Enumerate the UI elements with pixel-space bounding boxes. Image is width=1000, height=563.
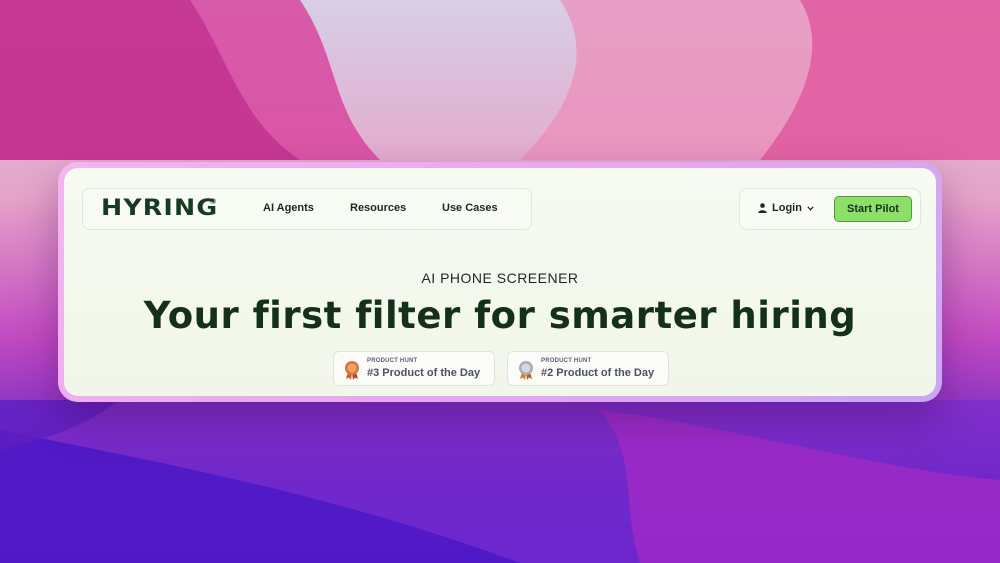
webpage-window: HYRING ® AI Agents Resources Use Cases L… — [64, 168, 936, 396]
hero-eyebrow: AI PHONE SCREENER — [421, 270, 579, 286]
bronze-medal-icon — [345, 361, 359, 380]
nav-link-use-cases[interactable]: Use Cases — [442, 202, 498, 214]
nav-link-resources[interactable]: Resources — [350, 202, 406, 214]
start-pilot-button[interactable]: Start Pilot — [834, 196, 912, 222]
main-navigation: HYRING ® AI Agents Resources Use Cases — [82, 188, 532, 230]
browser-frame: HYRING ® AI Agents Resources Use Cases L… — [58, 162, 942, 402]
badge-title: #3 Product of the Day — [367, 367, 481, 379]
nav-link-ai-agents[interactable]: AI Agents — [263, 202, 314, 214]
hyring-logo[interactable]: HYRING — [101, 196, 218, 221]
badge-title: #2 Product of the Day — [541, 367, 655, 379]
login-label: Login — [772, 202, 802, 214]
chevron-down-icon — [807, 205, 814, 211]
badge-kicker: PRODUCT HUNT — [541, 358, 592, 364]
badge-kicker: PRODUCT HUNT — [367, 358, 418, 364]
silver-medal-icon — [519, 361, 533, 380]
product-hunt-badge-3[interactable]: PRODUCT HUNT #3 Product of the Day — [333, 351, 495, 386]
user-icon — [758, 203, 767, 213]
login-button[interactable]: Login — [758, 202, 814, 214]
hero-headline: Your first filter for smarter hiring — [143, 294, 857, 337]
account-navigation: Login Start Pilot — [739, 188, 921, 230]
registered-mark: ® — [210, 197, 216, 206]
product-hunt-badge-2[interactable]: PRODUCT HUNT #2 Product of the Day — [507, 351, 669, 386]
